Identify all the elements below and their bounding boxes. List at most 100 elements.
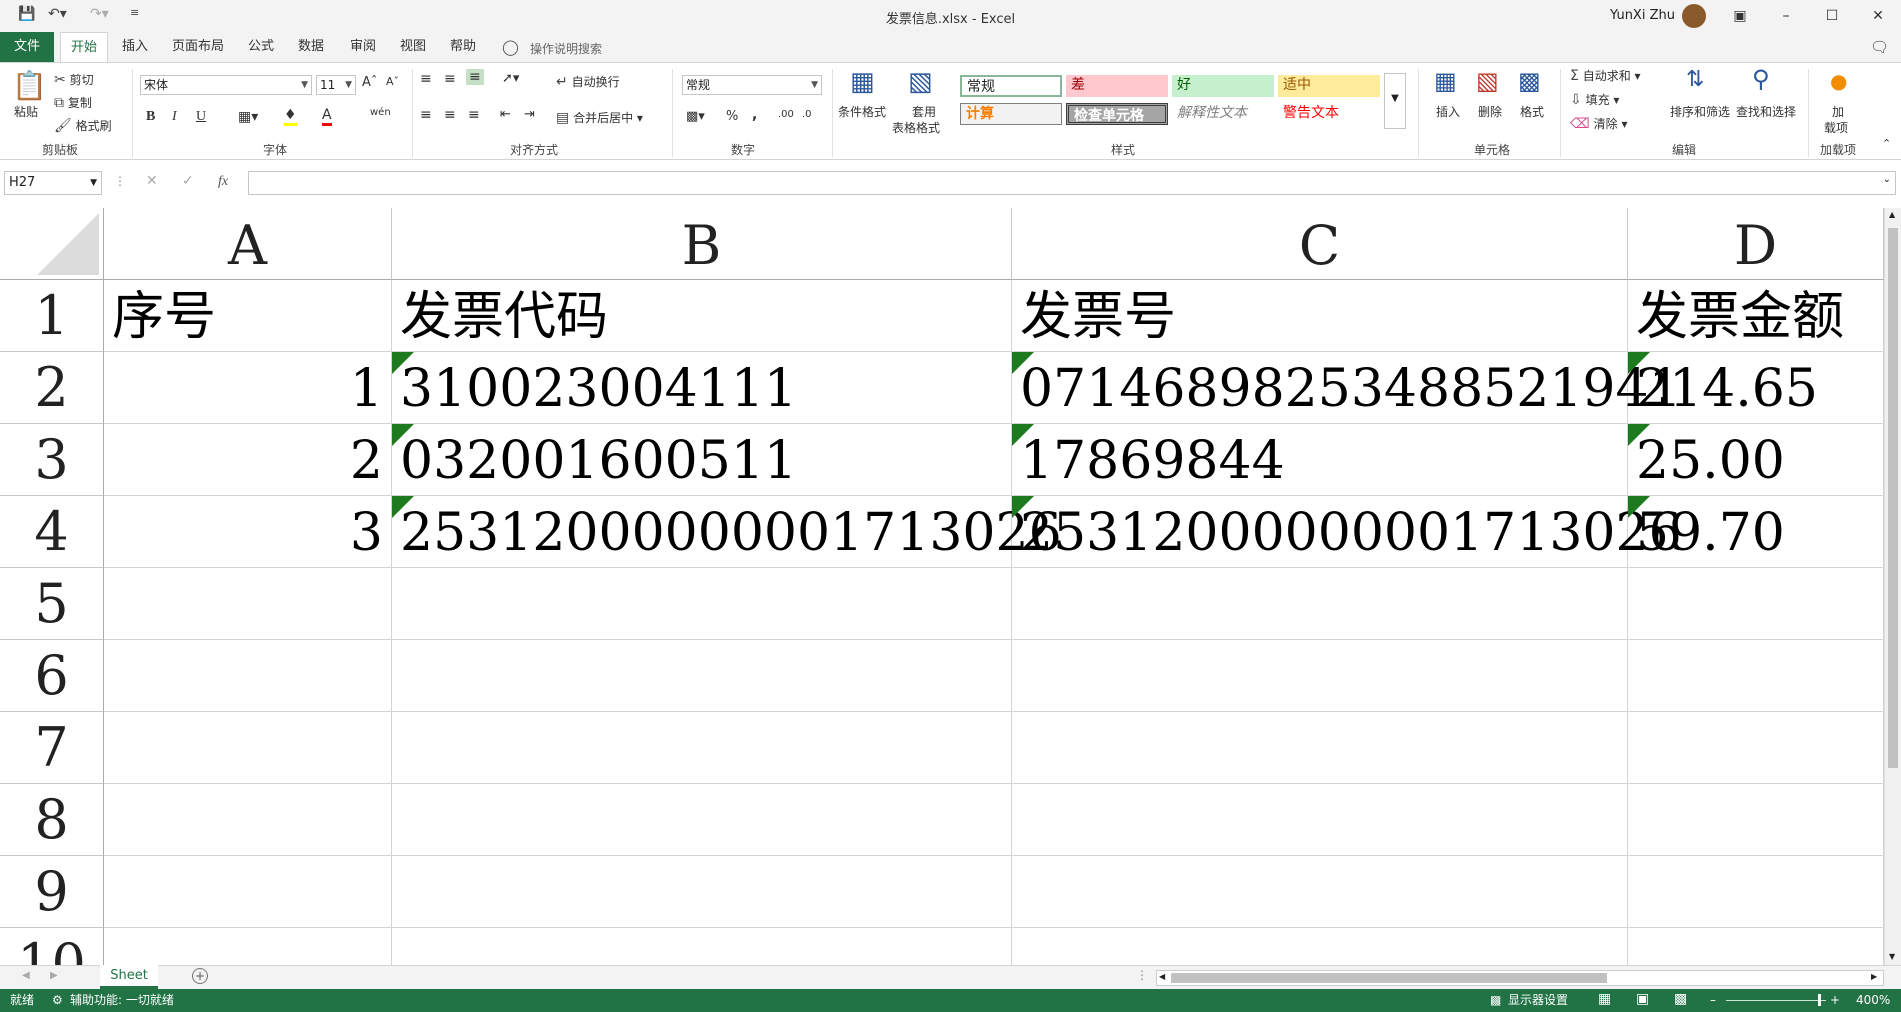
currency-icon[interactable]: ▩▾	[686, 109, 705, 124]
empty-cell[interactable]	[1628, 784, 1884, 856]
row-header[interactable]: 5	[0, 568, 104, 640]
format-cells-button[interactable]: 格式	[1520, 103, 1544, 120]
close-button[interactable]: ✕	[1858, 4, 1898, 28]
font-name-select[interactable]: 宋体 ▼	[140, 75, 312, 95]
empty-cell[interactable]	[1012, 784, 1628, 856]
insert-cells-icon[interactable]: ▦	[1434, 67, 1457, 95]
row-header[interactable]: 7	[0, 712, 104, 784]
formula-input[interactable]: ⌄	[248, 171, 1896, 195]
tab-formulas[interactable]: 公式	[238, 32, 284, 62]
row-header[interactable]: 4	[0, 496, 104, 568]
next-sheet-icon[interactable]: ▶	[50, 970, 58, 981]
conditional-format-icon[interactable]: ▦	[850, 67, 875, 97]
style-normal[interactable]: 常规	[960, 75, 1062, 97]
splitter-icon[interactable]: ⋮	[1136, 968, 1148, 982]
delete-cells-icon[interactable]: ▧	[1476, 67, 1499, 95]
empty-cell[interactable]	[1628, 928, 1884, 965]
cell-a1[interactable]: 序号	[104, 280, 392, 352]
increase-decimal-icon[interactable]: .00	[778, 109, 794, 120]
cell-b2[interactable]: 310023004111	[392, 352, 1012, 424]
column-header-b[interactable]: B	[392, 208, 1012, 280]
display-settings-button[interactable]: 显示器设置	[1508, 989, 1568, 1012]
styles-more-button[interactable]: ▼	[1384, 73, 1406, 129]
empty-cell[interactable]	[104, 856, 392, 928]
empty-cell[interactable]	[392, 928, 1012, 965]
underline-button[interactable]: U	[196, 109, 206, 125]
zoom-level[interactable]: 400%	[1856, 989, 1890, 1012]
style-check-cell[interactable]: 检查单元格	[1066, 103, 1168, 125]
cell-d2[interactable]: 214.65	[1628, 352, 1884, 424]
row-header[interactable]: 8	[0, 784, 104, 856]
bold-button[interactable]: B	[146, 109, 155, 125]
normal-view-icon[interactable]: ▦	[1598, 988, 1611, 1011]
cell-b3[interactable]: 032001600511	[392, 424, 1012, 496]
cell-c1[interactable]: 发票号	[1012, 280, 1628, 352]
paste-icon[interactable]: 📋	[12, 69, 47, 102]
empty-cell[interactable]	[392, 640, 1012, 712]
add-sheet-icon[interactable]: +	[192, 968, 208, 984]
align-top-icon[interactable]: ≡	[420, 71, 432, 87]
minimize-button[interactable]: –	[1766, 4, 1806, 28]
tab-page-layout[interactable]: 页面布局	[162, 32, 234, 62]
zoom-slider[interactable]	[1726, 1000, 1826, 1001]
orientation-icon[interactable]: ➚▾	[502, 71, 519, 86]
table-format-icon[interactable]: ▧	[908, 67, 933, 97]
cell-c3[interactable]: 17869844	[1012, 424, 1628, 496]
row-header[interactable]: 10	[0, 928, 104, 965]
user-name[interactable]: YunXi Zhu	[1610, 8, 1675, 23]
tell-me-search[interactable]: 操作说明搜索	[530, 40, 602, 57]
cell-b1[interactable]: 发票代码	[392, 280, 1012, 352]
horizontal-scroll-thumb[interactable]	[1171, 973, 1607, 983]
empty-cell[interactable]	[392, 856, 1012, 928]
worksheet-grid[interactable]: A B C D 1 2 3 4 5 6 7 8 9 10 序号 发票代码 发票号…	[0, 208, 1884, 965]
maximize-button[interactable]: ☐	[1812, 4, 1852, 28]
cell-d1[interactable]: 发票金额	[1628, 280, 1884, 352]
find-select-icon[interactable]: ⚲	[1752, 65, 1770, 93]
grow-font-icon[interactable]: Aˆ	[362, 75, 377, 90]
borders-icon[interactable]: ▦▾	[238, 109, 258, 125]
comments-icon[interactable]: 🗨	[1870, 38, 1889, 56]
decrease-decimal-icon[interactable]: .0	[802, 109, 812, 120]
percent-button[interactable]: %	[726, 109, 738, 124]
decrease-indent-icon[interactable]: ⇤	[500, 107, 511, 122]
row-header[interactable]: 2	[0, 352, 104, 424]
column-header-c[interactable]: C	[1012, 208, 1628, 280]
scroll-left-icon[interactable]: ◀	[1159, 972, 1165, 981]
format-painter-button[interactable]: 🖌 格式刷	[54, 117, 112, 134]
font-size-select[interactable]: 11 ▼	[316, 75, 356, 95]
sort-filter-button[interactable]: 排序和筛选	[1670, 103, 1730, 120]
cell-a2[interactable]: 1	[104, 352, 392, 424]
align-right-icon[interactable]: ≡	[468, 107, 480, 123]
style-calculation[interactable]: 计算	[960, 103, 1062, 125]
empty-cell[interactable]	[1628, 640, 1884, 712]
font-color-icon[interactable]: A	[322, 107, 332, 126]
tab-home[interactable]: 开始	[60, 32, 109, 62]
find-select-button[interactable]: 查找和选择	[1736, 103, 1796, 120]
zoom-slider-thumb[interactable]	[1818, 994, 1821, 1006]
empty-cell[interactable]	[1628, 856, 1884, 928]
increase-indent-icon[interactable]: ⇥	[524, 107, 535, 122]
zoom-out-icon[interactable]: –	[1710, 989, 1716, 1012]
tab-file[interactable]: 文件	[0, 32, 54, 62]
sheet-tab[interactable]: Sheet	[100, 965, 158, 989]
cut-button[interactable]: ✂ 剪切	[54, 71, 94, 88]
vertical-scrollbar[interactable]: ▲ ▼	[1884, 208, 1901, 965]
paste-button[interactable]: 粘贴	[14, 103, 38, 120]
empty-cell[interactable]	[104, 784, 392, 856]
style-neutral[interactable]: 适中	[1278, 75, 1380, 97]
row-header[interactable]: 9	[0, 856, 104, 928]
row-header[interactable]: 6	[0, 640, 104, 712]
empty-cell[interactable]	[1012, 928, 1628, 965]
conditional-format-button[interactable]: 条件格式	[838, 103, 886, 120]
scroll-up-icon[interactable]: ▲	[1889, 210, 1895, 219]
sort-filter-icon[interactable]: ⇅	[1686, 67, 1704, 92]
phonetic-icon[interactable]: wén	[370, 107, 391, 118]
align-middle-icon[interactable]: ≡	[444, 71, 456, 87]
vertical-scroll-thumb[interactable]	[1888, 228, 1898, 768]
style-good[interactable]: 好	[1172, 75, 1274, 97]
delete-cells-button[interactable]: 删除	[1478, 103, 1502, 120]
addins-icon[interactable]: ●	[1830, 69, 1847, 93]
empty-cell[interactable]	[1012, 712, 1628, 784]
empty-cell[interactable]	[1628, 712, 1884, 784]
cell-c2[interactable]: 07146898253488521941	[1012, 352, 1682, 424]
